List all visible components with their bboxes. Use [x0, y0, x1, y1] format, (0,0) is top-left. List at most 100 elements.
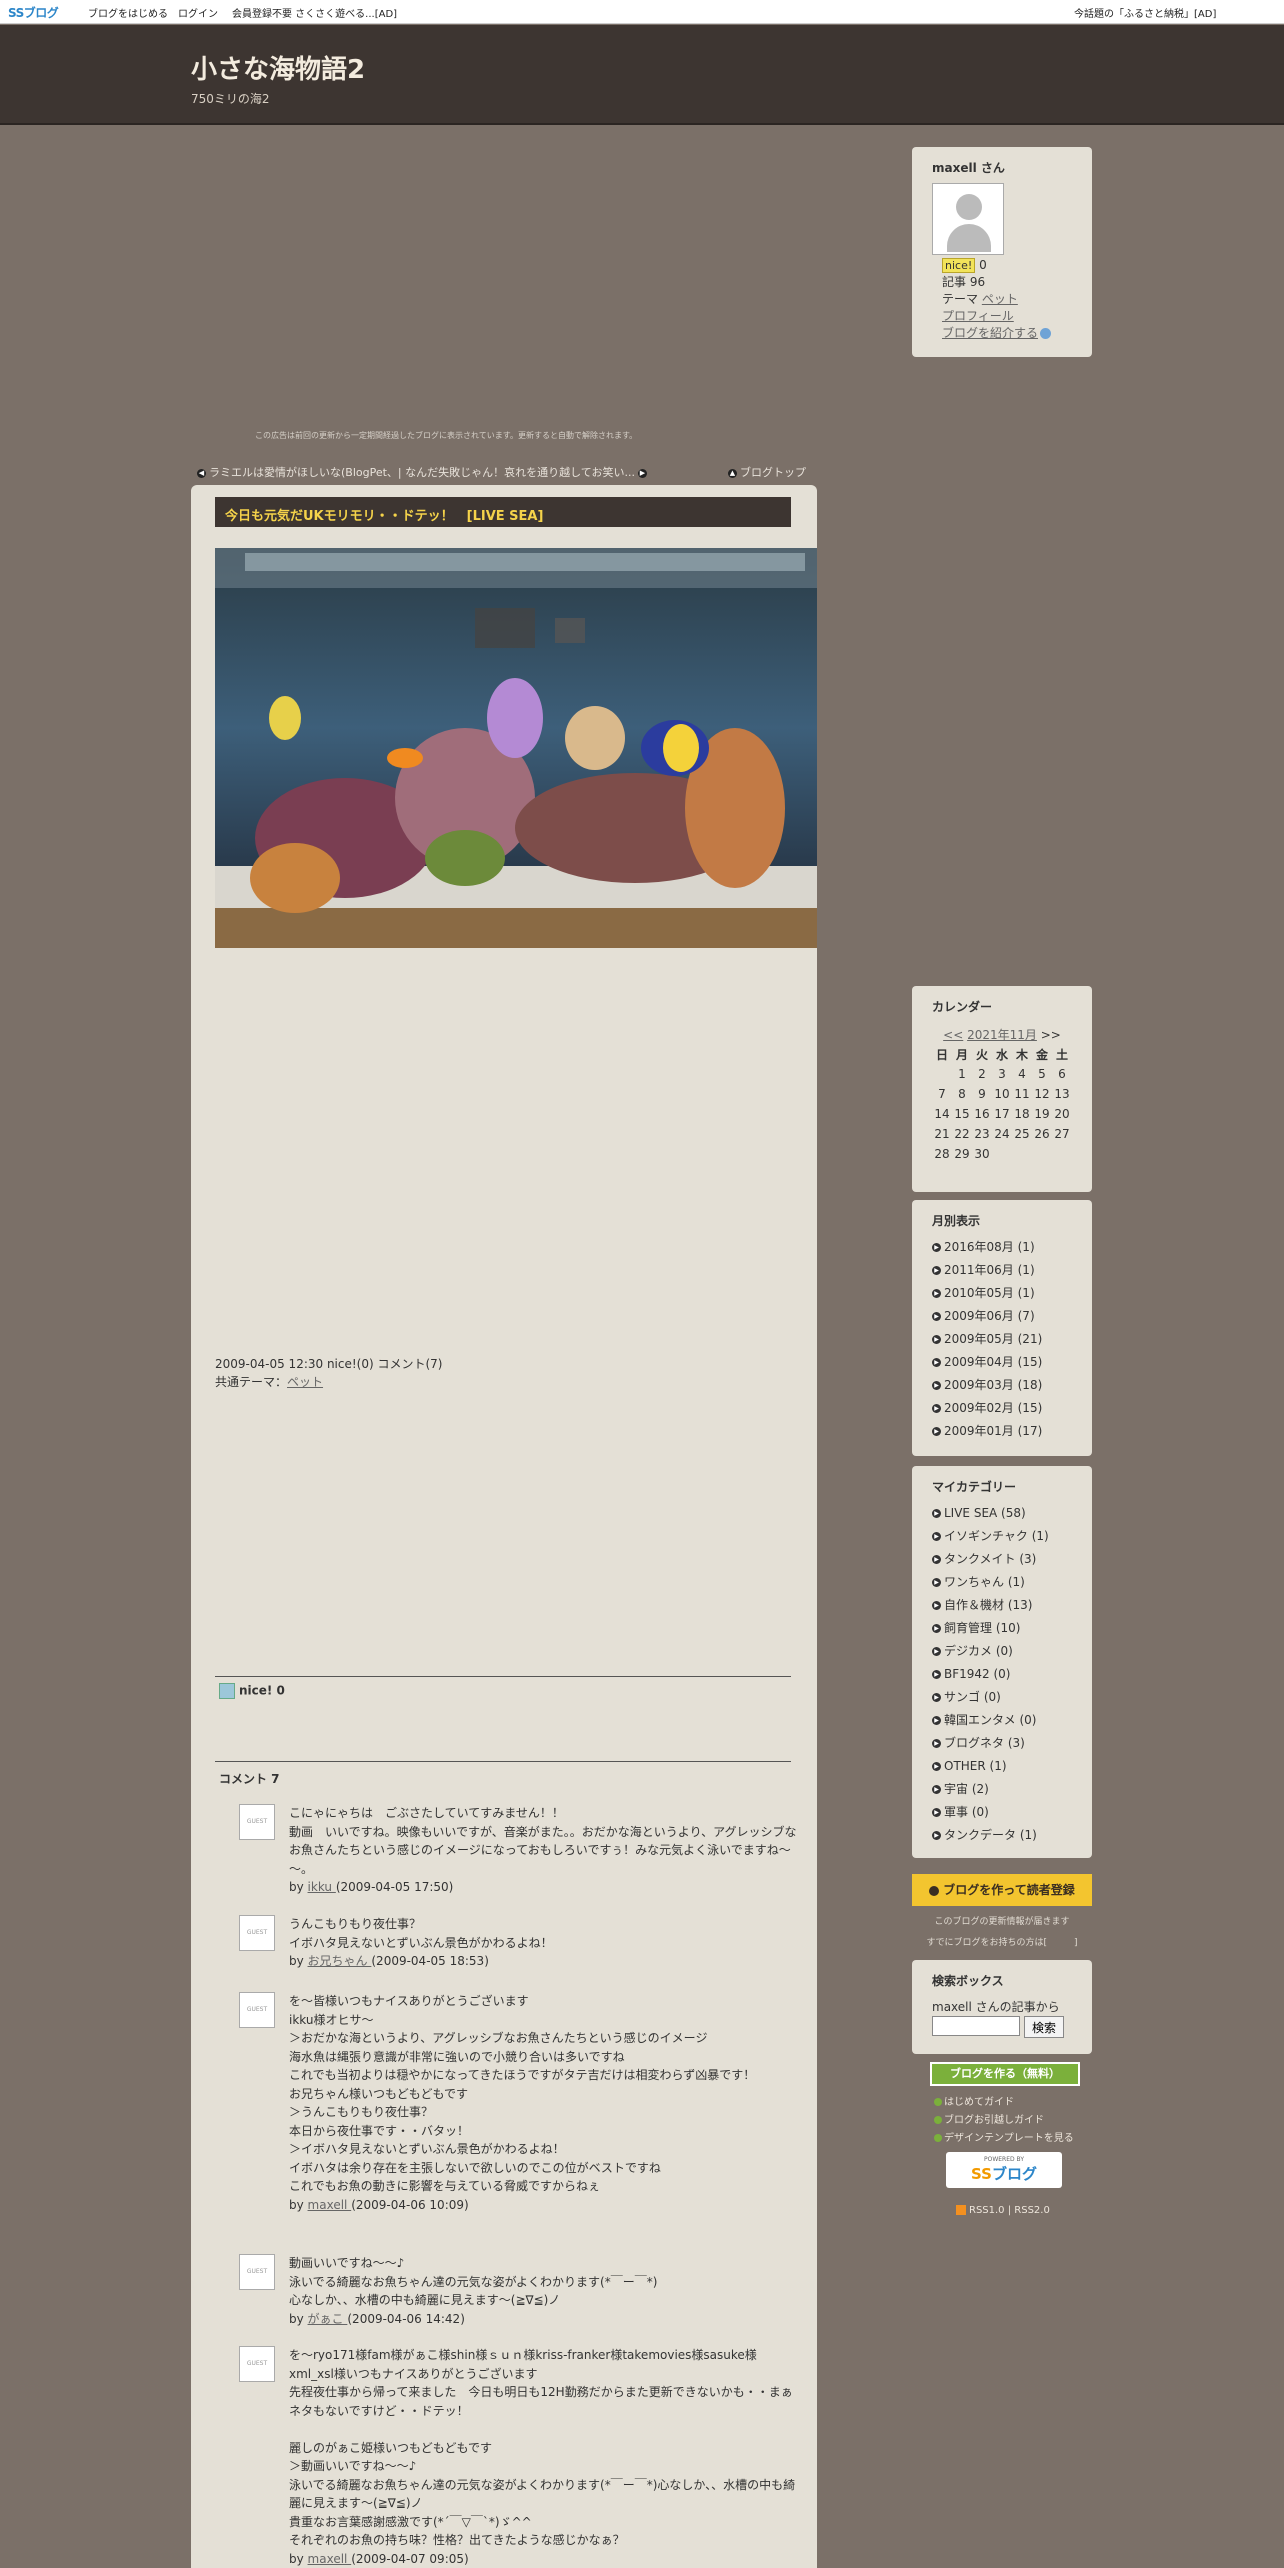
profile-link[interactable]: プロフィール	[942, 309, 1014, 323]
search-box: 検索ボックス maxell さんの記事から 検索	[912, 1960, 1092, 2054]
category-item[interactable]: ▶ 自作＆機材 (13)	[932, 1594, 1049, 1617]
profile-theme-link[interactable]: ペット	[982, 292, 1018, 306]
divider	[215, 1676, 791, 1677]
comment-author-link[interactable]: お兄ちゃん	[308, 1954, 372, 1968]
guide-link[interactable]: はじめてガイド	[934, 2093, 1014, 2108]
category-item[interactable]: ▶ ブログネタ (3)	[932, 1732, 1049, 1755]
monthly-item[interactable]: ▶ 2016年08月 (1)	[932, 1236, 1042, 1259]
monthly-item[interactable]: ▶ 2009年04月 (15)	[932, 1351, 1042, 1374]
blog-top-label: ブログトップ	[740, 466, 806, 479]
category-item[interactable]: ▶ ワンちゃん (1)	[932, 1571, 1049, 1594]
comment-byline: by maxell (2009-04-07 09:05)	[289, 2550, 799, 2568]
weekday-cell: 水	[995, 1047, 1008, 1062]
category-item[interactable]: ▶ デジカメ (0)	[932, 1640, 1049, 1663]
search-input[interactable]	[932, 2016, 1020, 2036]
day-cell: 26	[1034, 1127, 1050, 1141]
nice-section[interactable]: nice! 0	[219, 1683, 285, 1699]
monthly-item[interactable]: ▶ 2009年06月 (7)	[932, 1305, 1042, 1328]
weekday-cell: 金	[1035, 1047, 1048, 1062]
comment-author-link[interactable]: maxell	[308, 2552, 352, 2566]
monthly-item[interactable]: ▶ 2010年05月 (1)	[932, 1282, 1042, 1305]
guide-link[interactable]: デザインテンプレートを見る	[934, 2129, 1074, 2144]
guide-link[interactable]: ブログお引越しガイド	[934, 2111, 1044, 2126]
logo-text-b: ブログ	[23, 6, 59, 20]
calendar-week: 123456	[932, 1064, 1072, 1084]
theme-link[interactable]: ペット	[287, 1375, 323, 1389]
comment-author-link[interactable]: がぁこ	[308, 2312, 348, 2326]
weekday-cell: 日	[935, 1047, 948, 1062]
calendar-month-link[interactable]: 2021年11月	[967, 1028, 1037, 1042]
top-ad-link-1[interactable]: 会員登録不要 さくさく遊べる...[AD]	[232, 5, 397, 20]
category-item[interactable]: ▶ サンゴ (0)	[932, 1686, 1049, 1709]
monthly-item[interactable]: ▶ 2009年02月 (15)	[932, 1397, 1042, 1420]
day-cell: 30	[974, 1147, 990, 1161]
top-ad-link-2[interactable]: 今話題の「ふるさと納税」[AD]	[1074, 5, 1216, 20]
comment-author-link[interactable]: maxell	[308, 2198, 352, 2212]
comment-author-link[interactable]: ikku	[308, 1880, 336, 1894]
login-link[interactable]: ログイン	[178, 5, 218, 20]
intro-blog-link[interactable]: ブログを紹介する	[942, 326, 1038, 340]
bullet-arrow-icon: ▶	[932, 1243, 941, 1252]
post-title[interactable]: 今日も元気だUKモリモリ・・ドテッ！ [LIVE SEA]	[215, 497, 791, 527]
comment-byline: by maxell (2009-04-06 10:09)	[289, 2196, 799, 2215]
comment-date: (2009-04-06 10:09)	[351, 2197, 469, 2212]
day-cell: 18	[1014, 1107, 1030, 1121]
article-count: 記事 96	[942, 275, 986, 289]
article-main: 今日も元気だUKモリモリ・・ドテッ！ [LIVE SEA] 2009-04-05…	[191, 485, 817, 2568]
powered-by-logo[interactable]: POWERED BY SSブログ	[946, 2152, 1062, 2188]
aquarium-photo[interactable]	[215, 548, 817, 948]
search-button[interactable]: 検索	[1024, 2016, 1064, 2038]
top-bar: SSブログ ブログをはじめる ログイン 会員登録不要 さくさく遊べる...[AD…	[0, 0, 1284, 24]
comment-body: うんこもりもり夜仕事？ イボハタ見えないとずいぶん景色がかわるよね！ by お兄ち…	[289, 1915, 799, 1971]
blog-top-link[interactable]: ▲ ブログトップ	[728, 464, 806, 480]
day-cell: 16	[974, 1107, 990, 1121]
category-label: LIVE SEA (58)	[944, 1506, 1026, 1520]
powered-logo-b: ブログ	[991, 2165, 1037, 2183]
reader-note-2[interactable]: すでにブログをお持ちの方は[ ]	[912, 1935, 1092, 1948]
day-cell: 25	[1014, 1127, 1030, 1141]
bullet-arrow-icon: ▶	[932, 1358, 941, 1367]
start-blog-link[interactable]: ブログをはじめる	[88, 5, 168, 20]
avatar[interactable]	[932, 183, 1004, 255]
comment-body: 動画いいですね～～♪ 泳いでる綺麗なお魚ちゃん達の元気な姿がよくわかります(*￣…	[289, 2254, 799, 2328]
category-item[interactable]: ▶ 軍事 (0)	[932, 1801, 1049, 1824]
category-item[interactable]: ▶ タンクメイト (3)	[932, 1548, 1049, 1571]
category-item[interactable]: ▶ LIVE SEA (58)	[932, 1502, 1049, 1525]
category-item[interactable]: ▶ タンクデータ (1)	[932, 1824, 1049, 1847]
rss-links[interactable]: RSS1.0 | RSS2.0	[956, 2205, 1050, 2216]
category-item[interactable]: ▶ 宇宙 (2)	[932, 1778, 1049, 1801]
day-cell: 15	[954, 1107, 970, 1121]
category-item[interactable]: ▶ 韓国エンタメ (0)	[932, 1709, 1049, 1732]
day-cell: 20	[1054, 1107, 1070, 1121]
calendar-next-link: >>	[1040, 1028, 1061, 1042]
calendar-title: カレンダー	[932, 1000, 993, 1014]
ss-blog-logo[interactable]: SSブログ	[8, 4, 59, 21]
day-cell: 1	[958, 1067, 966, 1081]
calendar-week: 28 29 30	[932, 1144, 1072, 1164]
weekday-cell: 木	[1015, 1047, 1028, 1062]
blog-title[interactable]: 小さな海物語2	[191, 49, 365, 86]
monthly-item[interactable]: ▶ 2009年03月 (18)	[932, 1374, 1042, 1397]
monthly-item[interactable]: ▶ 2009年01月 (17)	[932, 1420, 1042, 1443]
bullet-arrow-icon: ▶	[932, 1670, 941, 1679]
theme-label: 共通テーマ：	[215, 1375, 288, 1389]
prev-post-link[interactable]: ◀ ラミエルは愛情がほしいな(BlogPet、| なんだ失敗じゃん！哀れを通り越し…	[197, 464, 650, 480]
category-item[interactable]: ▶ BF1942 (0)	[932, 1663, 1049, 1686]
category-item[interactable]: ▶ 飼育管理 (10)	[932, 1617, 1049, 1640]
category-label: ワンちゃん (1)	[944, 1575, 1025, 1589]
monthly-item[interactable]: ▶ 2009年05月 (21)	[932, 1328, 1042, 1351]
day-cell: 22	[954, 1127, 970, 1141]
make-blog-button[interactable]: ブログを作る（無料）	[930, 2062, 1080, 2086]
calendar-prev-link[interactable]: <<	[943, 1028, 963, 1042]
reader-register-button[interactable]: ブログを作って読者登録	[912, 1874, 1092, 1906]
monthly-title: 月別表示	[932, 1214, 981, 1228]
guide-bullet-icon	[934, 2134, 942, 2142]
monthly-label: 2010年05月 (1)	[944, 1286, 1035, 1300]
monthly-item[interactable]: ▶ 2011年06月 (1)	[932, 1259, 1042, 1282]
category-item[interactable]: ▶ イソギンチャク (1)	[932, 1525, 1049, 1548]
nice-count: nice! 0	[239, 1683, 285, 1698]
bullet-arrow-icon: ▶	[932, 1578, 941, 1587]
category-item[interactable]: ▶ OTHER (1)	[932, 1755, 1049, 1778]
monthly-label: 2009年04月 (15)	[944, 1355, 1043, 1369]
bullet-arrow-icon: ▶	[932, 1532, 941, 1541]
